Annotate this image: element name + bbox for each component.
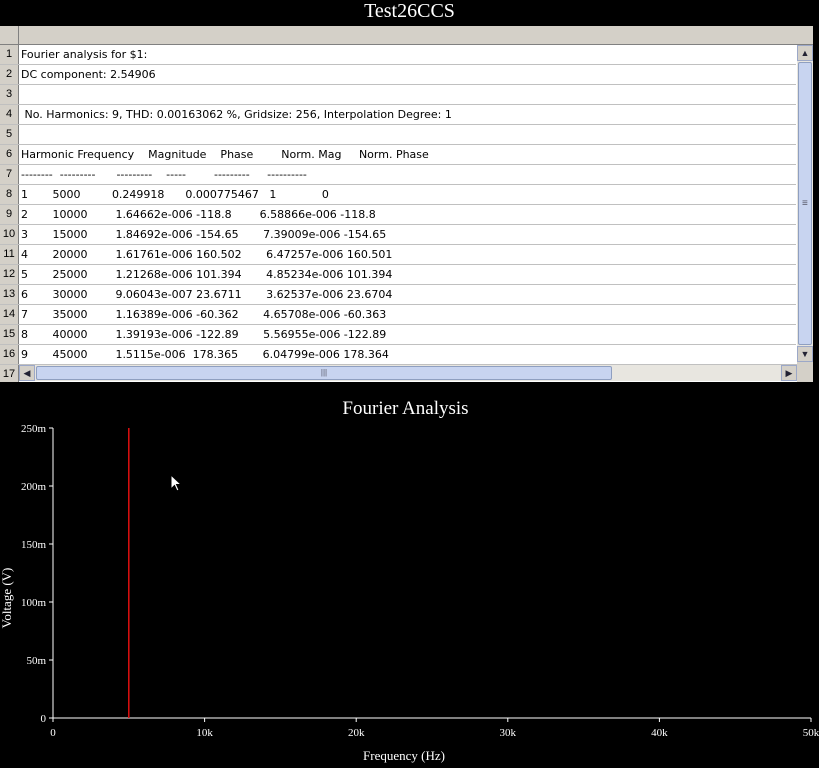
vertical-scrollbar[interactable]: ▲ ≡ ▼ [796, 45, 813, 362]
scroll-left-icon[interactable]: ◀ [19, 365, 35, 381]
table-row[interactable]: 11 4 20000 1.61761e-006 160.502 6.47257e-… [0, 245, 797, 265]
scroll-right-icon[interactable]: ▶ [781, 365, 797, 381]
row-cell[interactable]: 3 15000 1.84692e-006 -154.65 7.39009e-00… [21, 225, 386, 244]
fourier-chart: 0 50m 100m 150m 200m 250m 0 10k 20k 30k 40k 50k Freq… [0, 423, 819, 763]
row-number[interactable]: 17 [0, 365, 19, 382]
table-row[interactable]: 81 5000 0.249918 0.000775467 1 0 [0, 185, 797, 205]
row-cell[interactable]: No. Harmonics: 9, THD: 0.00163062 %, Gri… [21, 105, 451, 124]
row-cell[interactable]: 6 30000 9.06043e-007 23.6711 3.62537e-00… [21, 285, 392, 304]
row-number[interactable]: 5 [0, 125, 19, 144]
row-number[interactable]: 13 [0, 285, 19, 304]
table-row[interactable]: 12 5 25000 1.21268e-006 101.394 4.85234e-… [0, 265, 797, 285]
x-tick-label: 20k [348, 727, 365, 739]
table-row[interactable]: 6 Harmonic Frequency Magnitude Phase Norm… [0, 145, 797, 165]
table-row[interactable]: 7 -------- --------- --------- ----- ----… [0, 165, 797, 185]
row-number[interactable]: 1 [0, 45, 19, 64]
y-tick-label: 100m [21, 597, 47, 609]
vertical-scroll-thumb[interactable]: ≡ [798, 62, 812, 345]
mouse-pointer-icon [170, 474, 183, 492]
row-number[interactable]: 12 [0, 265, 19, 284]
horizontal-scrollbar[interactable]: ◀ ||| ▶ [19, 365, 797, 381]
row-cell[interactable]: Harmonic Frequency Magnitude Phase Norm.… [21, 145, 429, 164]
table-row[interactable]: 16 9 45000 1.5115e-006 178.365 6.04799e-0… [0, 345, 797, 365]
scroll-down-icon[interactable]: ▼ [797, 346, 813, 362]
y-tick-label: 0 [41, 713, 47, 725]
x-tick-label: 40k [651, 727, 668, 739]
row-number[interactable]: 10 [0, 225, 19, 244]
table-row[interactable]: 14 7 35000 1.16389e-006 -60.362 4.65708e-… [0, 305, 797, 325]
grip-icon: ≡ [802, 198, 808, 209]
table-row[interactable]: 13 6 30000 9.06043e-007 23.6711 3.62537e-… [0, 285, 797, 305]
row-cell[interactable]: Fourier analysis for $1: [21, 45, 147, 64]
row-cell[interactable]: 7 35000 1.16389e-006 -60.362 4.65708e-00… [21, 305, 386, 324]
row-number[interactable]: 14 [0, 305, 19, 324]
y-tick-label: 250m [21, 423, 47, 435]
table-row[interactable]: 3 [0, 85, 797, 105]
horizontal-scroll-thumb[interactable]: ||| [36, 366, 612, 380]
x-tick-label: 50k [803, 727, 819, 739]
x-tick-label: 30k [500, 727, 517, 739]
table-row[interactable]: 10 3 15000 1.84692e-006 -154.65 7.39009e-… [0, 225, 797, 245]
table-row[interactable]: 92 10000 1.64662e-006 -118.8 6.58866e-00… [0, 205, 797, 225]
x-tick-label: 10k [196, 727, 213, 739]
row-cell[interactable]: 1 5000 0.249918 0.000775467 1 0 [21, 185, 329, 204]
y-axis-label: Voltage (V) [0, 568, 14, 629]
window-title: Test26CCS [364, 0, 455, 22]
x-tick-label: 0 [50, 727, 56, 739]
row-number[interactable]: 8 [0, 185, 19, 204]
row-number[interactable]: 16 [0, 345, 19, 364]
row-number[interactable]: 3 [0, 85, 19, 104]
grid-rows: 1 Fourier analysis for $1: 2 DC component: … [0, 45, 797, 382]
results-grid[interactable]: 1 Fourier analysis for $1: 2 DC component: … [0, 26, 813, 382]
grip-icon: ||| [320, 368, 328, 377]
table-row[interactable]: 4 No. Harmonics: 9, THD: 0.00163062 %, G… [0, 105, 797, 125]
y-tick-label: 200m [21, 481, 47, 493]
x-axis-label: Frequency (Hz) [363, 748, 445, 763]
table-row[interactable]: 1 Fourier analysis for $1: [0, 45, 797, 65]
y-tick-label: 150m [21, 539, 47, 551]
row-number[interactable]: 15 [0, 325, 19, 344]
row-number[interactable]: 7 [0, 165, 19, 184]
table-row[interactable]: 2 DC component: 2.54906 [0, 65, 797, 85]
row-cell[interactable]: 2 10000 1.64662e-006 -118.8 6.58866e-006… [21, 205, 376, 224]
row-number[interactable]: 2 [0, 65, 19, 84]
row-number[interactable]: 4 [0, 105, 19, 124]
row-number[interactable]: 6 [0, 145, 19, 164]
grid-corner[interactable] [0, 26, 19, 44]
table-row[interactable]: 5 [0, 125, 797, 145]
row-cell[interactable]: -------- --------- --------- ----- -----… [21, 165, 307, 184]
row-cell[interactable]: 8 40000 1.39193e-006 -122.89 5.56955e-00… [21, 325, 386, 344]
row-number[interactable]: 9 [0, 205, 19, 224]
row-cell[interactable]: DC component: 2.54906 [21, 65, 156, 84]
scroll-up-icon[interactable]: ▲ [797, 45, 813, 61]
row-cell[interactable]: 5 25000 1.21268e-006 101.394 4.85234e-00… [21, 265, 392, 284]
row-cell[interactable]: 4 20000 1.61761e-006 160.502 6.47257e-00… [21, 245, 392, 264]
row-number[interactable]: 11 [0, 245, 19, 264]
table-row[interactable]: 15 8 40000 1.39193e-006 -122.89 5.56955e-… [0, 325, 797, 345]
column-header [0, 26, 813, 45]
chart-title: Fourier Analysis [342, 398, 469, 419]
y-tick-label: 50m [26, 655, 46, 667]
row-cell[interactable]: 9 45000 1.5115e-006 178.365 6.04799e-006… [21, 345, 389, 364]
